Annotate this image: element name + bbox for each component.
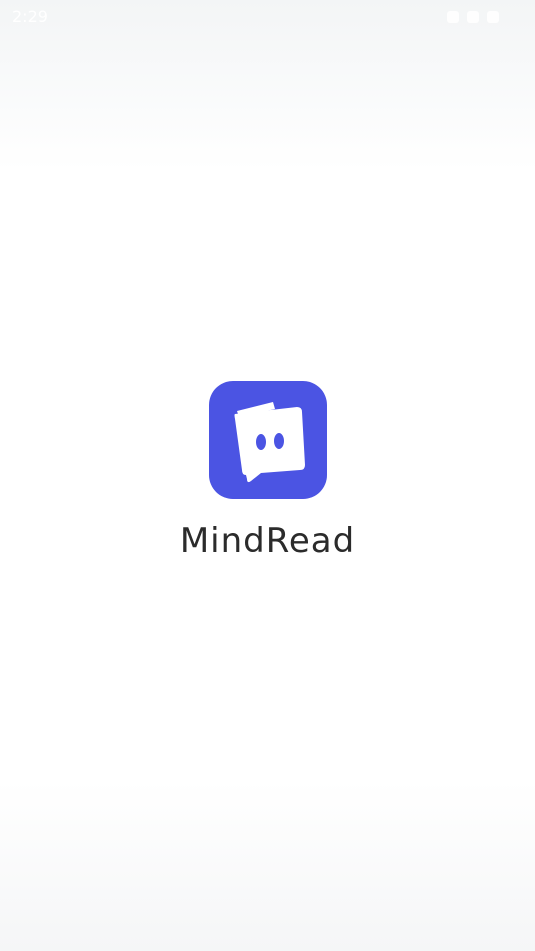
battery-icon (487, 11, 499, 23)
status-icons (447, 11, 499, 23)
status-bar: 2:29 (0, 0, 535, 36)
app-logo-icon (208, 381, 327, 499)
app-name: MindRead (179, 521, 356, 561)
signal-icon (467, 11, 479, 23)
chat-bubble-face-icon (234, 402, 305, 483)
splash-screen: 2:29 MindRead (0, 0, 535, 951)
wifi-icon (447, 11, 459, 23)
status-time: 2:29 (12, 7, 48, 26)
splash-content: MindRead (0, 381, 535, 561)
